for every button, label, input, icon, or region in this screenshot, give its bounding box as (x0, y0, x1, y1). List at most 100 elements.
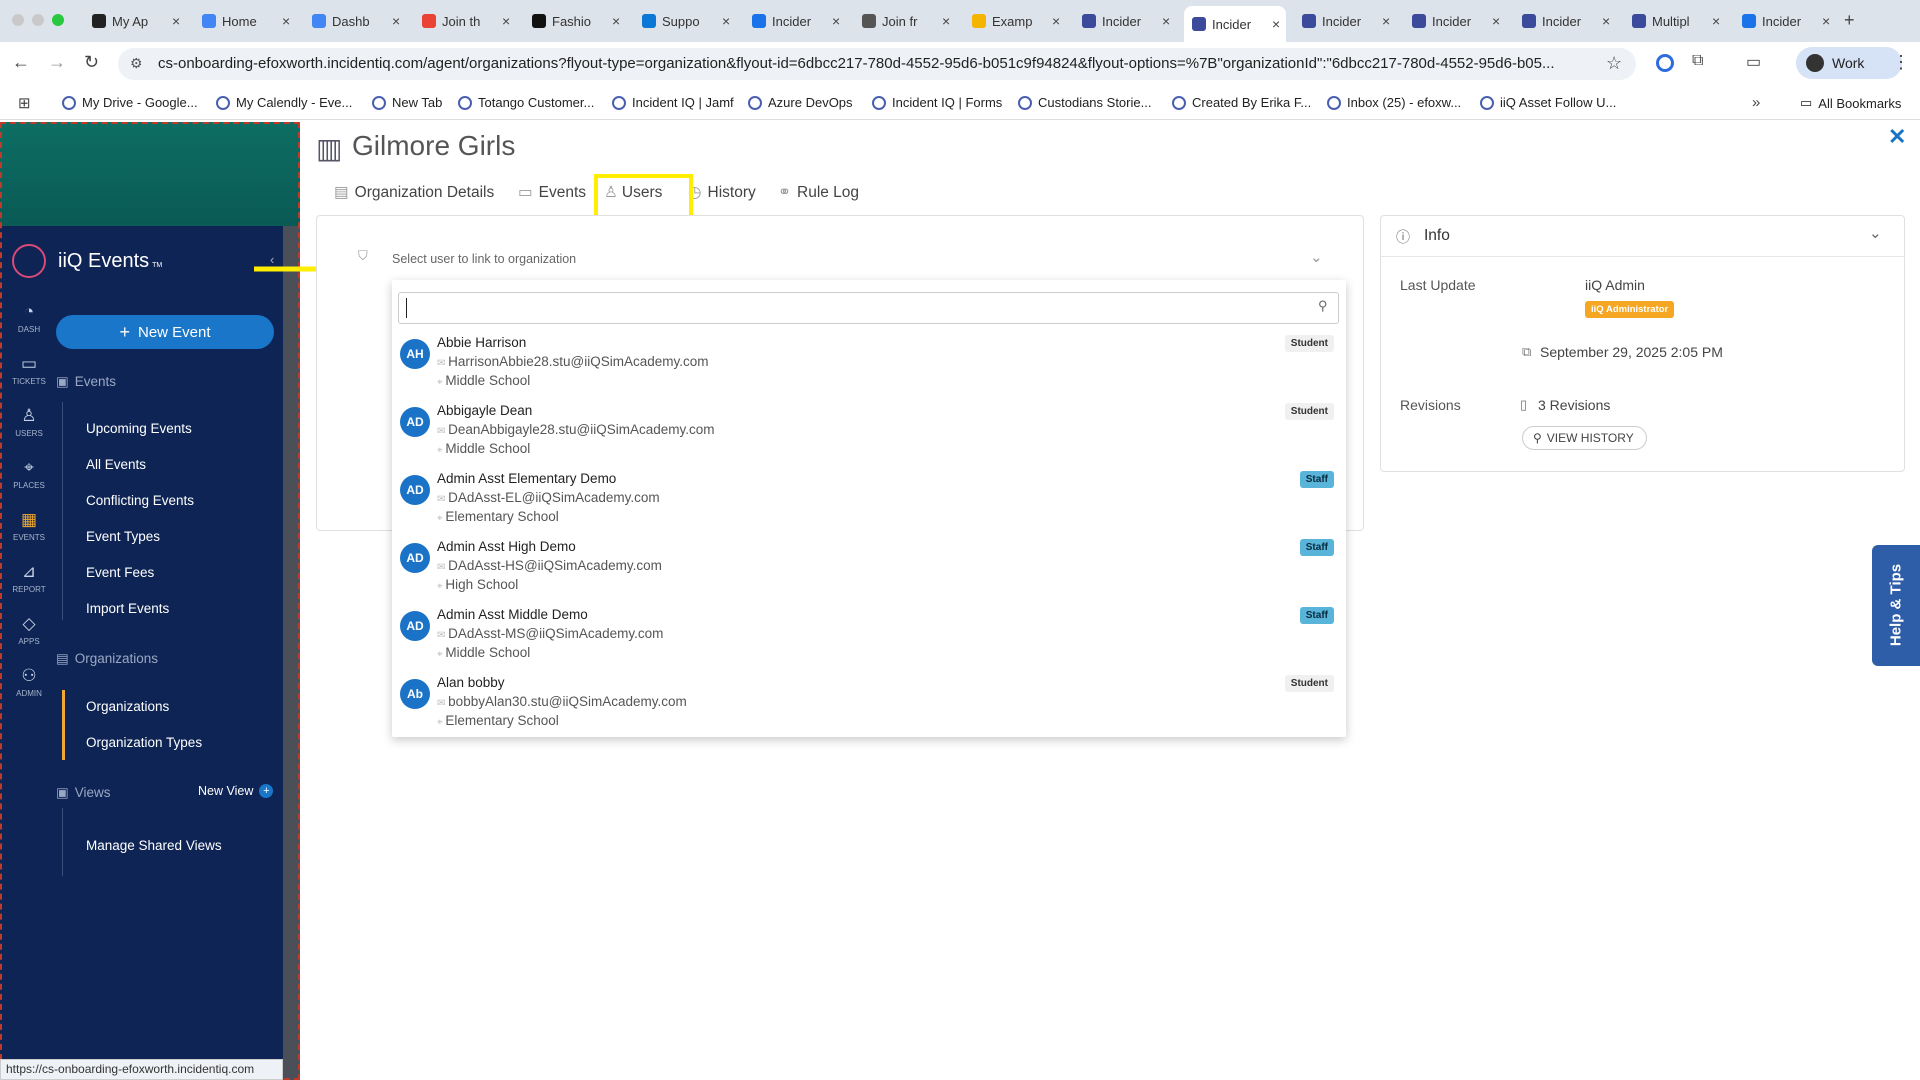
info-collapse-icon[interactable]: ⌄ (1869, 224, 1882, 242)
browser-tab[interactable]: Suppo × (634, 8, 736, 34)
tab-close-icon[interactable]: × (502, 13, 510, 29)
sidebar-item-upcoming-events[interactable]: Upcoming Events (86, 421, 192, 436)
browser-tab[interactable]: Incider × (1514, 8, 1616, 34)
list-item[interactable]: AD Admin Asst Elementary Demo ✉ DAdAsst-EL… (392, 471, 1346, 539)
browser-tab[interactable]: Incider × (1184, 6, 1286, 42)
views-section-header[interactable]: ▣ Views (56, 785, 111, 801)
rail-places[interactable]: ⌖ PLACES (0, 458, 58, 490)
new-tab-icon[interactable]: + (1844, 10, 1855, 31)
all-bookmarks-button[interactable]: ▭ All Bookmarks (1800, 95, 1901, 111)
bookmark-item[interactable]: Custodians Storie... (1018, 95, 1151, 110)
close-icon[interactable]: ✕ (1888, 124, 1906, 150)
new-view-button[interactable]: New View + (198, 784, 274, 798)
tab-rule-log[interactable]: ⚭ Rule Log (778, 183, 859, 202)
browser-tab[interactable]: Incider × (1074, 8, 1176, 34)
sidebar-item-organizations[interactable]: Organizations (86, 699, 169, 714)
bookmark-item[interactable]: iiQ Asset Follow U... (1480, 95, 1616, 110)
tab-events[interactable]: ▭ Events (518, 183, 586, 202)
tab-history[interactable]: ◷ History (688, 183, 756, 202)
browser-tab[interactable]: Incider × (1404, 8, 1506, 34)
profile-button[interactable]: Work (1796, 47, 1902, 79)
more-bookmarks-icon[interactable]: » (1752, 94, 1760, 111)
list-item[interactable]: AD Admin Asst Middle Demo ✉ DAdAsst-MS@iiQ… (392, 607, 1346, 675)
tab-organization-details[interactable]: ▤ Organization Details (334, 183, 494, 202)
user-search-input[interactable] (398, 292, 1339, 324)
window-minimize-button[interactable] (32, 14, 44, 26)
user-select[interactable]: Select user to link to organization (392, 252, 576, 266)
tab-close-icon[interactable]: × (612, 13, 620, 29)
reload-icon[interactable]: ↻ (84, 52, 99, 73)
browser-tab[interactable]: Dashb × (304, 8, 406, 34)
browser-tab[interactable]: Fashio × (524, 8, 626, 34)
rail-events[interactable]: ▦ EVENTS (0, 510, 58, 542)
browser-menu-icon[interactable]: ⋮ (1892, 52, 1910, 73)
rail-admin[interactable]: ⚇ ADMIN (0, 666, 58, 698)
bookmark-item[interactable]: Inbox (25) - efoxw... (1327, 95, 1461, 110)
tab-close-icon[interactable]: × (1822, 13, 1830, 29)
events-section-header[interactable]: ▣ Events (56, 374, 116, 390)
site-info-icon[interactable]: ⚙ (130, 55, 143, 72)
tab-close-icon[interactable]: × (1492, 13, 1500, 29)
search-icon[interactable]: ⚲ (1318, 298, 1328, 314)
tab-close-icon[interactable]: × (1712, 13, 1720, 29)
organizations-section-header[interactable]: ▤ Organizations (56, 651, 158, 667)
list-item[interactable]: AD Admin Asst High Demo ✉ DAdAsst-HS@iiQSi… (392, 539, 1346, 607)
tab-close-icon[interactable]: × (832, 13, 840, 29)
tab-close-icon[interactable]: × (1052, 13, 1060, 29)
bookmark-item[interactable]: Created By Erika F... (1172, 95, 1311, 110)
rail-report[interactable]: ⊿ REPORT (0, 562, 58, 594)
sidebar-item-event-fees[interactable]: Event Fees (86, 565, 154, 580)
browser-tab[interactable]: Join th × (414, 8, 516, 34)
tab-close-icon[interactable]: × (942, 13, 950, 29)
tab-close-icon[interactable]: × (722, 13, 730, 29)
browser-tab[interactable]: Incider × (1734, 8, 1836, 34)
forward-icon[interactable]: → (48, 52, 66, 73)
bookmark-item[interactable]: Incident IQ | Forms (872, 95, 1002, 110)
browser-tab[interactable]: My Ap × (84, 8, 186, 34)
browser-tab[interactable]: Incider × (1294, 8, 1396, 34)
browser-tab[interactable]: Home × (194, 8, 296, 34)
rail-apps[interactable]: ◇ APPS (0, 614, 58, 646)
browser-tab[interactable]: Examp × (964, 8, 1066, 34)
tab-close-icon[interactable]: × (392, 13, 400, 29)
bookmark-item[interactable]: Totango Customer... (458, 95, 594, 110)
apps-grid-icon[interactable]: ⊞ (18, 94, 31, 112)
list-item[interactable]: AH Abbie Harrison ✉ HarrisonAbbie28.stu@ii… (392, 335, 1346, 403)
sidebar-item-conflicting-events[interactable]: Conflicting Events (86, 493, 194, 508)
browser-tab[interactable]: Multipl × (1624, 8, 1726, 34)
new-event-button[interactable]: + New Event (56, 315, 274, 349)
bookmark-item[interactable]: My Drive - Google... (62, 95, 198, 110)
tab-close-icon[interactable]: × (1162, 13, 1170, 29)
tab-close-icon[interactable]: × (172, 13, 180, 29)
tab-search-icon[interactable]: ▭ (1746, 52, 1761, 72)
tab-close-icon[interactable]: × (1382, 13, 1390, 29)
bookmark-item[interactable]: My Calendly - Eve... (216, 95, 352, 110)
rail-users[interactable]: ♙ USERS (0, 406, 58, 438)
rail-tickets[interactable]: ▭ TICKETS (0, 354, 58, 386)
back-icon[interactable]: ← (12, 52, 30, 73)
browser-tab[interactable]: Incider × (744, 8, 846, 34)
bookmark-star-icon[interactable]: ☆ (1606, 53, 1622, 74)
view-history-button[interactable]: ⚲ VIEW HISTORY (1522, 426, 1647, 450)
bookmark-item[interactable]: Azure DevOps (748, 95, 853, 110)
sidebar-item-manage-shared-views[interactable]: Manage Shared Views (86, 838, 222, 853)
tab-close-icon[interactable]: × (1272, 16, 1280, 32)
list-item[interactable]: AD Abbigayle Dean ✉ DeanAbbigayle28.stu@ii… (392, 403, 1346, 471)
browser-tab[interactable]: Join fr × (854, 8, 956, 34)
bookmark-item[interactable]: Incident IQ | Jamf (612, 95, 734, 110)
window-zoom-button[interactable] (52, 14, 64, 26)
window-close-button[interactable] (12, 14, 24, 26)
bookmark-item[interactable]: New Tab (372, 95, 442, 110)
list-item[interactable]: Ab Alan bobby ✉ bobbyAlan30.stu@iiQSimAcad… (392, 675, 1346, 743)
extension-icon[interactable] (1656, 54, 1674, 72)
sidebar-item-event-types[interactable]: Event Types (86, 529, 160, 544)
tab-close-icon[interactable]: × (282, 13, 290, 29)
tab-close-icon[interactable]: × (1602, 13, 1610, 29)
extensions-puzzle-icon[interactable]: ⧉ (1692, 52, 1703, 70)
sidebar-item-organization-types[interactable]: Organization Types (86, 735, 202, 750)
chevron-down-icon[interactable]: ⌄ (1310, 248, 1323, 266)
rail-dash[interactable]: ◔ DASH (0, 302, 58, 334)
sidebar-item-all-events[interactable]: All Events (86, 457, 146, 472)
help-tips-tab[interactable]: Help & Tips (1872, 545, 1920, 666)
sidebar-item-import-events[interactable]: Import Events (86, 601, 169, 616)
